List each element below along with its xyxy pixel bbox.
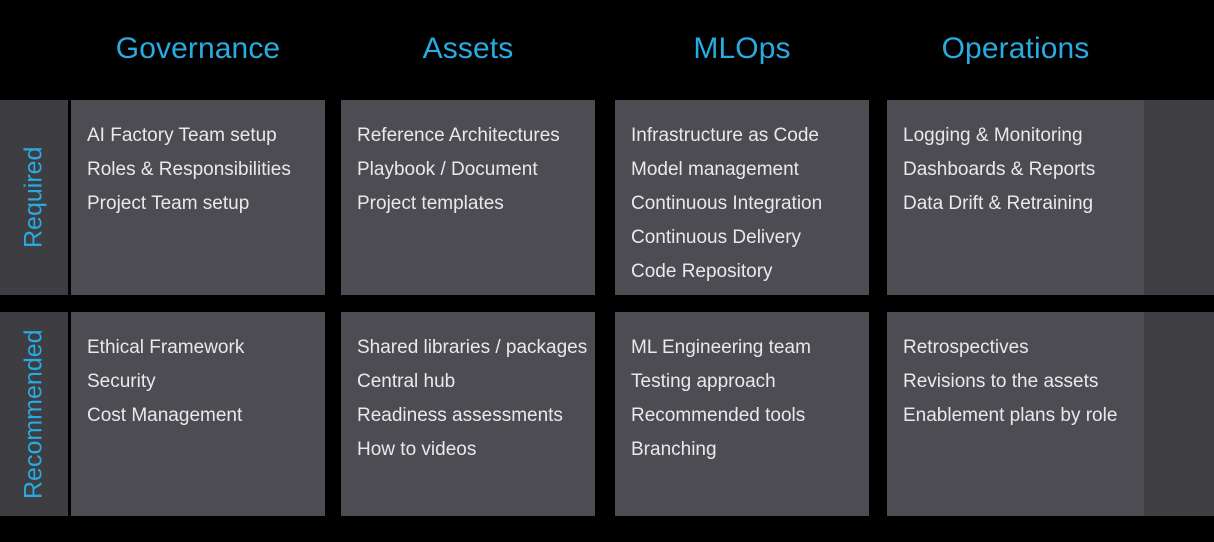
matrix-row-recommended: Recommended Ethical Framework Security C… bbox=[0, 312, 1214, 516]
list-item: Project templates bbox=[357, 193, 504, 214]
column-header-operations: Operations bbox=[887, 0, 1144, 97]
cell-recommended-operations: Retrospectives Revisions to the assets E… bbox=[887, 312, 1144, 516]
list-item: Roles & Responsibilities bbox=[87, 159, 291, 180]
list-item: Security bbox=[87, 371, 156, 392]
list-item: Continuous Delivery bbox=[631, 227, 802, 248]
list-item: Reference Architectures bbox=[357, 125, 560, 146]
list-item: How to videos bbox=[357, 439, 477, 460]
row-label-text: Recommended bbox=[19, 329, 48, 499]
list-item: Code Repository bbox=[631, 261, 773, 282]
column-header-label: MLOps bbox=[693, 31, 791, 65]
cell-required-spacer bbox=[1144, 100, 1214, 295]
column-header-label: Operations bbox=[941, 31, 1090, 65]
list-item: Continuous Integration bbox=[631, 193, 823, 214]
matrix-row-required: Required AI Factory Team setup Roles & R… bbox=[0, 100, 1214, 295]
list-item: ML Engineering team bbox=[631, 337, 811, 358]
cell-recommended-governance: Ethical Framework Security Cost Manageme… bbox=[71, 312, 325, 516]
list-item: Cost Management bbox=[87, 405, 243, 426]
column-header-mlops: MLOps bbox=[615, 0, 869, 97]
list-item: Retrospectives bbox=[903, 337, 1029, 358]
list-item: Infrastructure as Code bbox=[631, 125, 819, 146]
capability-matrix-slide: Governance Assets MLOps Operations Requi… bbox=[0, 0, 1214, 542]
column-header-governance: Governance bbox=[71, 0, 325, 97]
list-item: Revisions to the assets bbox=[903, 371, 1099, 392]
row-label-recommended: Recommended bbox=[0, 312, 68, 516]
list-item: Recommended tools bbox=[631, 405, 806, 426]
row-label-text: Required bbox=[19, 146, 48, 249]
cell-recommended-mlops: ML Engineering team Testing approach Rec… bbox=[615, 312, 869, 516]
list-item: Central hub bbox=[357, 371, 456, 392]
cell-recommended-assets: Shared libraries / packages Central hub … bbox=[341, 312, 595, 516]
list-item: Logging & Monitoring bbox=[903, 125, 1083, 146]
cell-required-operations: Logging & Monitoring Dashboards & Report… bbox=[887, 100, 1144, 295]
cell-recommended-spacer bbox=[1144, 312, 1214, 516]
column-header-label: Governance bbox=[115, 31, 281, 65]
list-item: Branching bbox=[631, 439, 717, 460]
row-label-required: Required bbox=[0, 100, 68, 295]
list-item: Testing approach bbox=[631, 371, 776, 392]
list-item: Data Drift & Retraining bbox=[903, 193, 1094, 214]
cell-required-governance: AI Factory Team setup Roles & Responsibi… bbox=[71, 100, 325, 295]
cell-required-mlops: Infrastructure as Code Model management … bbox=[615, 100, 869, 295]
list-item: Dashboards & Reports bbox=[903, 159, 1096, 180]
cell-required-assets: Reference Architectures Playbook / Docum… bbox=[341, 100, 595, 295]
list-item: Model management bbox=[631, 159, 799, 180]
list-item: Readiness assessments bbox=[357, 405, 563, 426]
list-item: Shared libraries / packages bbox=[357, 337, 588, 358]
list-item: Ethical Framework bbox=[87, 337, 245, 358]
matrix-header-row: Governance Assets MLOps Operations bbox=[0, 0, 1214, 97]
list-item: Playbook / Document bbox=[357, 159, 538, 180]
column-header-assets: Assets bbox=[341, 0, 595, 97]
list-item: Project Team setup bbox=[87, 193, 250, 214]
list-item: Enablement plans by role bbox=[903, 405, 1118, 426]
column-header-label: Assets bbox=[422, 31, 514, 65]
list-item: AI Factory Team setup bbox=[87, 125, 277, 146]
